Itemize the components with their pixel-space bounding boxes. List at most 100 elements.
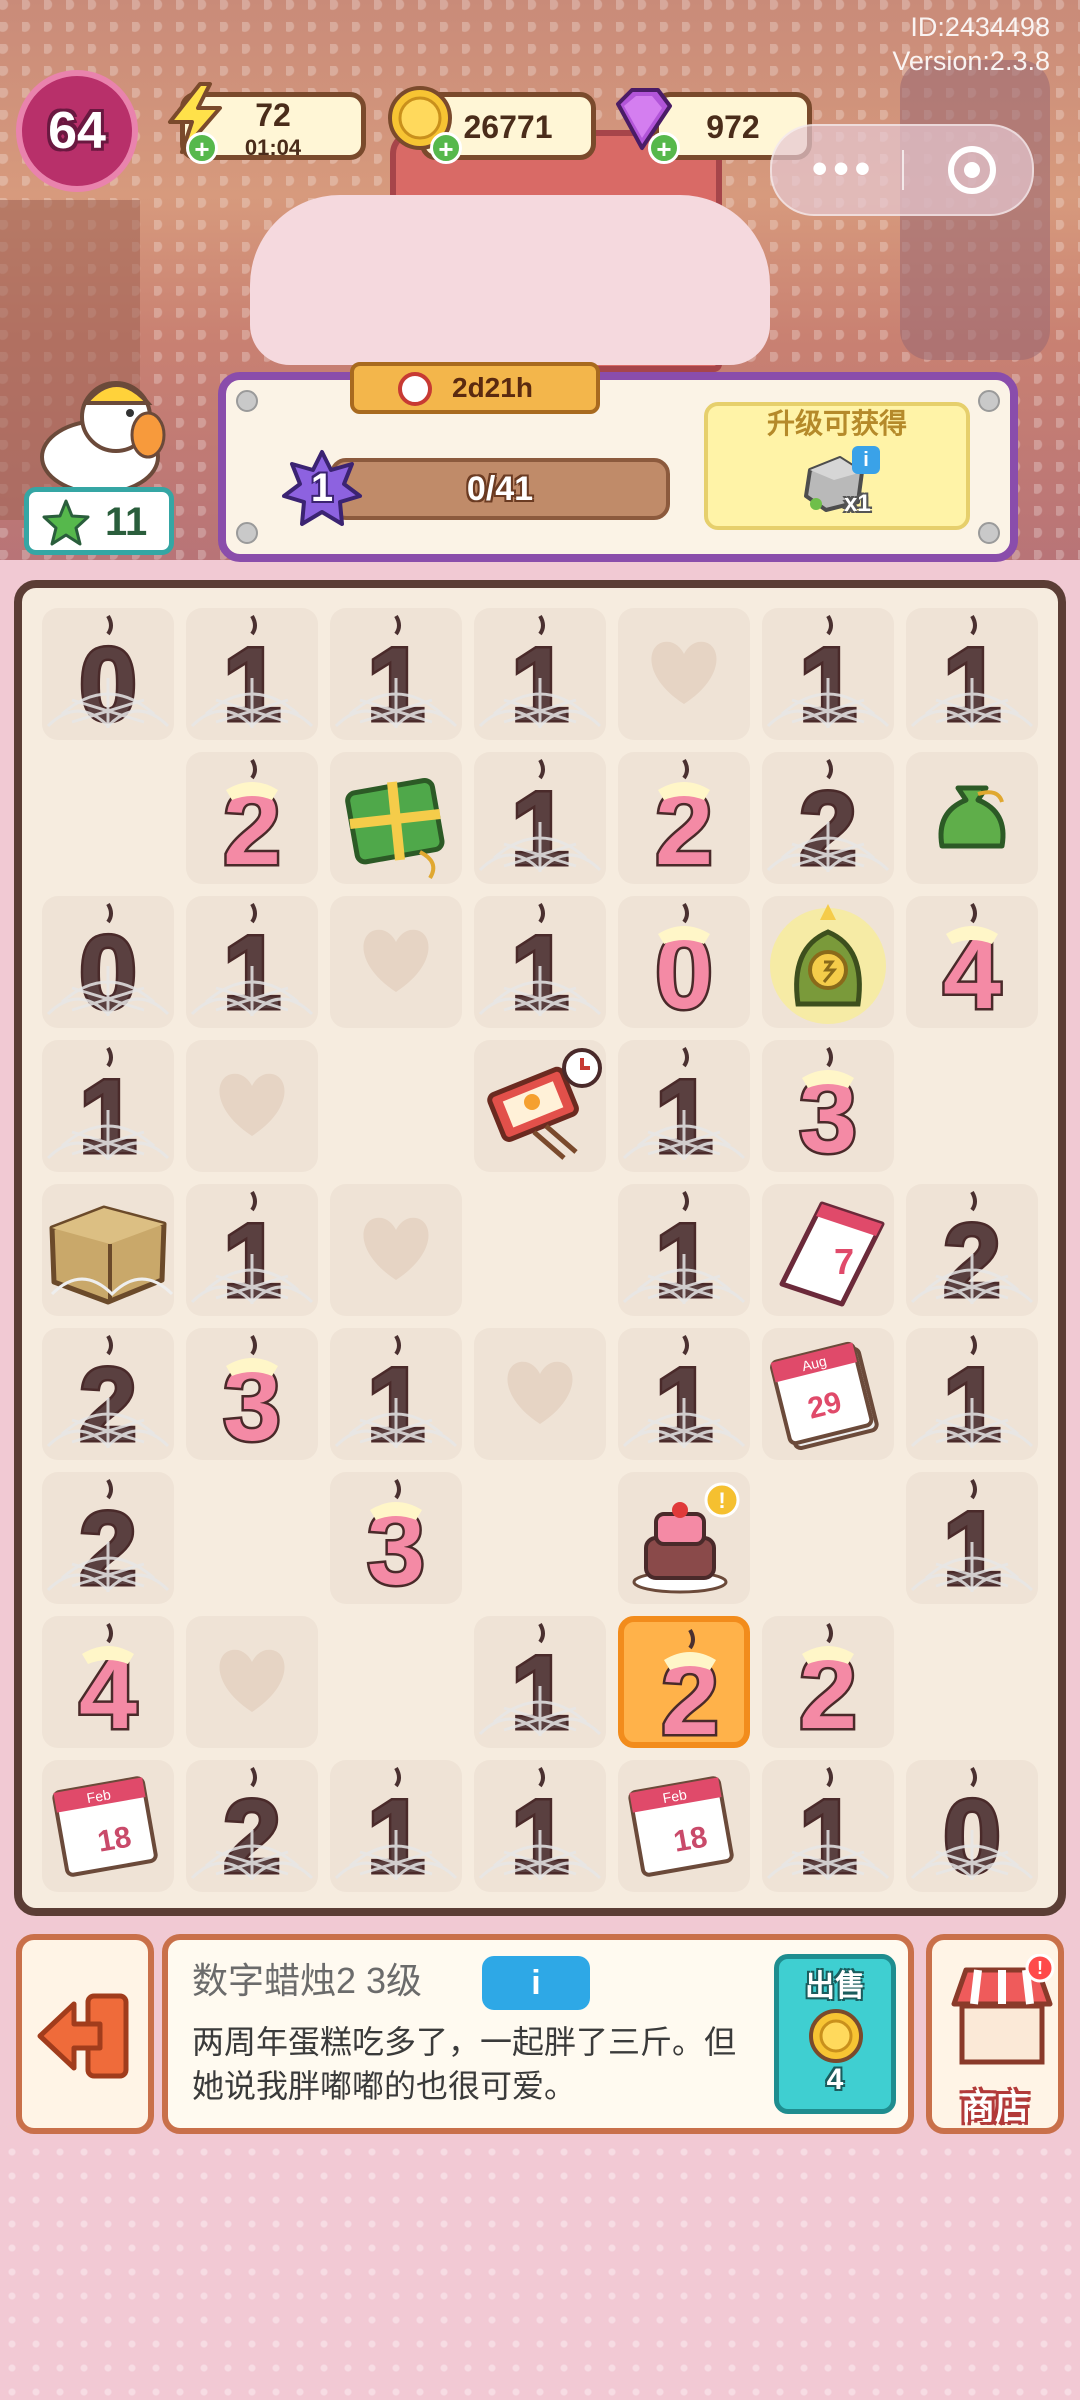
board-cell-birthday-cake[interactable]: ! bbox=[618, 1472, 750, 1604]
board-cell-cobweb-candle-1[interactable]: 1 bbox=[186, 608, 318, 740]
panel-bolt bbox=[236, 522, 258, 544]
board-cell-heart-tile[interactable] bbox=[330, 1184, 462, 1316]
board-cell-empty[interactable] bbox=[330, 1616, 462, 1748]
duck-helper-icon[interactable] bbox=[30, 365, 180, 495]
board-cell-desk-calendar[interactable]: 7 bbox=[762, 1184, 894, 1316]
cobweb-candle-1-icon: 1 bbox=[478, 758, 602, 884]
board-cell-cobweb-candle-1[interactable]: 1 bbox=[906, 608, 1038, 740]
board-cell-cobweb-candle-1[interactable]: 1 bbox=[186, 1184, 318, 1316]
more-menu-icon[interactable]: ••• bbox=[812, 144, 876, 194]
board-cell-cobweb-candle-0[interactable]: 0 bbox=[906, 1760, 1038, 1892]
sell-button[interactable]: 出售 4 bbox=[774, 1954, 896, 2114]
board-cell-candle-3[interactable]: 3 bbox=[186, 1328, 318, 1460]
board-cell-money-bag[interactable] bbox=[906, 752, 1038, 884]
board-cell-cobweb-candle-2[interactable]: 2 bbox=[42, 1472, 174, 1604]
board-cell-empty[interactable] bbox=[762, 1472, 894, 1604]
board-cell-gift-box[interactable] bbox=[330, 752, 462, 884]
board-cell-cobweb-candle-2[interactable]: 2 bbox=[762, 752, 894, 884]
board-cell-candle-3[interactable]: 3 bbox=[762, 1040, 894, 1172]
shop-stall-icon: ! bbox=[951, 1954, 1055, 2065]
board-cell-candle-3[interactable]: 3 bbox=[330, 1472, 462, 1604]
level-reward-box[interactable]: 升级可获得 x1 i bbox=[704, 402, 970, 530]
board-cell-cobweb-candle-1[interactable]: 1 bbox=[762, 1760, 894, 1892]
heart-tile-icon bbox=[219, 1073, 285, 1136]
board-cell-candle-2[interactable]: 2 bbox=[618, 1616, 750, 1754]
board-cell-cobweb-candle-1[interactable]: 1 bbox=[618, 1040, 750, 1172]
cobweb-candle-1-icon: 1 bbox=[478, 902, 602, 1028]
board-cell-heart-tile[interactable] bbox=[474, 1328, 606, 1460]
board-cell-cobweb-candle-1[interactable]: 1 bbox=[762, 608, 894, 740]
exit-button[interactable] bbox=[16, 1934, 154, 2134]
board-cell-empty[interactable] bbox=[186, 1472, 318, 1604]
event-level-value: 1 bbox=[310, 466, 334, 510]
board-cell-calendar-page[interactable]: Feb 18 bbox=[42, 1760, 174, 1892]
helper-star-count: 11 bbox=[105, 500, 148, 544]
board-cell-cobweb-candle-0[interactable]: 0 bbox=[42, 608, 174, 740]
board-cell-heart-tile[interactable] bbox=[186, 1040, 318, 1172]
board-cell-cobweb-candle-1[interactable]: 1 bbox=[474, 608, 606, 740]
board-cell-cobweb-candle-2[interactable]: 2 bbox=[42, 1328, 174, 1460]
add-gems-button[interactable]: + bbox=[648, 132, 680, 164]
cobweb-candle-2-icon: 2 bbox=[46, 1478, 170, 1604]
cobweb-candle-2-icon: 2 bbox=[190, 1766, 314, 1892]
board-cell-cobweb-candle-1[interactable]: 1 bbox=[906, 1472, 1038, 1604]
cobweb-candle-0-icon: 0 bbox=[910, 1766, 1034, 1892]
board-cell-heart-tile[interactable] bbox=[330, 896, 462, 1028]
board-cell-cobweb-candle-1[interactable]: 1 bbox=[906, 1328, 1038, 1460]
board-cell-matchbox[interactable] bbox=[474, 1040, 606, 1172]
add-energy-button[interactable]: + bbox=[186, 132, 218, 164]
add-coins-button[interactable]: + bbox=[430, 132, 462, 164]
board-cell-cobweb-candle-1[interactable]: 1 bbox=[186, 896, 318, 1028]
board-cell-candle-2[interactable]: 2 bbox=[762, 1616, 894, 1748]
board-cell-heart-tile[interactable] bbox=[186, 1616, 318, 1748]
board-cell-calendar-pad[interactable]: Aug 29 bbox=[762, 1328, 894, 1460]
svg-text:!: ! bbox=[1037, 1958, 1043, 1978]
board-cell-cobweb-candle-2[interactable]: 2 bbox=[186, 1760, 318, 1892]
background-cloud bbox=[250, 195, 770, 365]
board-cell-candle-4[interactable]: 4 bbox=[906, 896, 1038, 1028]
board-cell-empty[interactable] bbox=[906, 1040, 1038, 1172]
cobweb-candle-1-icon: 1 bbox=[910, 614, 1034, 740]
cobweb-candle-1-icon: 1 bbox=[334, 614, 458, 740]
close-miniprogram-icon[interactable] bbox=[948, 146, 996, 194]
shop-button[interactable]: ! 商店 bbox=[926, 1934, 1064, 2134]
merge-board: 0 1 1 1 1 1 2 1 2 2 0 1 1 0 4 1 1 3 1 1 7 2 2 3 1 1 Aug 29 1 2 3! 1 4 1 2 2… bbox=[14, 580, 1066, 1916]
board-cell-cobweb-candle-2[interactable]: 2 bbox=[906, 1184, 1038, 1316]
board-cell-cobweb-candle-1[interactable]: 1 bbox=[474, 752, 606, 884]
cobweb-candle-1-icon: 1 bbox=[622, 1190, 746, 1316]
board-cell-heart-tile[interactable] bbox=[618, 608, 750, 740]
board-cell-cobweb-candle-1[interactable]: 1 bbox=[330, 608, 462, 740]
board-cell-candle-0[interactable]: 0 bbox=[618, 896, 750, 1028]
shop-label: 商店 bbox=[961, 2089, 1029, 2127]
svg-text:18: 18 bbox=[671, 1820, 710, 1858]
board-cell-empty[interactable] bbox=[330, 1040, 462, 1172]
svg-text:7: 7 bbox=[834, 1241, 854, 1282]
board-cell-calendar-page[interactable]: Feb 18 bbox=[618, 1760, 750, 1892]
player-level-badge[interactable]: 64 bbox=[16, 70, 138, 192]
board-cell-cobweb-candle-1[interactable]: 1 bbox=[618, 1328, 750, 1460]
candle-4-icon: 4 bbox=[941, 902, 1004, 1028]
item-info-button[interactable]: i bbox=[482, 1956, 590, 2010]
reward-info-icon[interactable]: i bbox=[852, 446, 880, 474]
board-cell-cobweb-candle-1[interactable]: 1 bbox=[330, 1760, 462, 1892]
helper-star-badge[interactable]: 11 bbox=[24, 487, 174, 555]
board-cell-cobweb-box[interactable] bbox=[42, 1184, 174, 1316]
board-cell-candle-2[interactable]: 2 bbox=[186, 752, 318, 884]
board-cell-cobweb-candle-1[interactable]: 1 bbox=[42, 1040, 174, 1172]
board-cell-cobweb-candle-1[interactable]: 1 bbox=[618, 1184, 750, 1316]
board-cell-candle-4[interactable]: 4 bbox=[42, 1616, 174, 1748]
board-cell-cobweb-candle-1[interactable]: 1 bbox=[474, 1760, 606, 1892]
event-progress-text: 0/41 bbox=[466, 470, 534, 508]
coin-icon bbox=[809, 2009, 863, 2063]
board-cell-empty[interactable] bbox=[474, 1184, 606, 1316]
cobweb-candle-1-icon: 1 bbox=[910, 1334, 1034, 1460]
board-cell-cobweb-candle-1[interactable]: 1 bbox=[330, 1328, 462, 1460]
board-cell-lucky-cat-generator[interactable] bbox=[762, 896, 894, 1028]
board-cell-candle-2[interactable]: 2 bbox=[618, 752, 750, 884]
board-cell-empty[interactable] bbox=[906, 1616, 1038, 1748]
board-cell-cobweb-candle-1[interactable]: 1 bbox=[474, 896, 606, 1028]
board-cell-cobweb-candle-0[interactable]: 0 bbox=[42, 896, 174, 1028]
board-cell-empty[interactable] bbox=[42, 752, 174, 884]
board-cell-cobweb-candle-1[interactable]: 1 bbox=[474, 1616, 606, 1748]
board-cell-empty[interactable] bbox=[474, 1472, 606, 1604]
